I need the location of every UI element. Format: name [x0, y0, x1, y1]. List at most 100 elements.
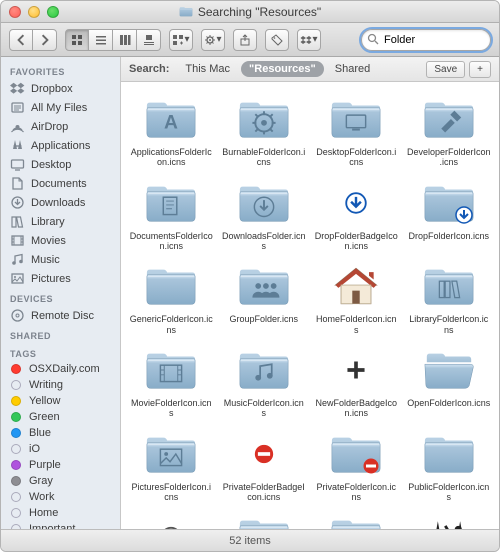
file-item[interactable]: PrivateFolderIcon.icns — [310, 425, 403, 507]
file-icon — [143, 429, 199, 479]
scope-option[interactable]: This Mac — [177, 61, 238, 77]
dropbox-toolbar-button[interactable]: ▾ — [297, 29, 321, 51]
scope-option[interactable]: Shared — [327, 61, 378, 77]
tag-item-work[interactable]: Work — [1, 489, 120, 505]
tag-item-green[interactable]: Green — [1, 409, 120, 425]
arrange-button[interactable]: ▾ — [169, 29, 193, 51]
file-item[interactable]: GroupFolder.icns — [218, 257, 311, 339]
tag-dot — [11, 428, 21, 438]
sidebar-item-label: AirDrop — [31, 121, 68, 133]
sidebar-item-downloads[interactable]: Downloads — [1, 193, 120, 212]
sidebar[interactable]: FAVORITESDropboxAll My FilesAirDropAppli… — [1, 57, 121, 529]
file-item[interactable]: GenericFolderIcon.icns — [125, 257, 218, 339]
sidebar-item-all-my-files[interactable]: All My Files — [1, 98, 120, 117]
file-icon — [328, 94, 384, 144]
tag-icon — [271, 34, 283, 46]
tag-item-gray[interactable]: Gray — [1, 473, 120, 489]
tags-button[interactable] — [265, 29, 289, 51]
sidebar-item-documents[interactable]: Documents — [1, 174, 120, 193]
tag-item-important[interactable]: Important — [1, 521, 120, 529]
column-view-button[interactable] — [113, 29, 137, 51]
action-button[interactable]: ▾ — [201, 29, 225, 51]
sidebar-item-label: All My Files — [31, 102, 87, 114]
icon-view-button[interactable] — [65, 29, 89, 51]
tag-item-io[interactable]: iO — [1, 441, 120, 457]
file-icon — [236, 178, 292, 228]
file-icon — [328, 261, 384, 311]
sidebar-item-music[interactable]: Music — [1, 250, 120, 269]
tag-item-osxdaily-com[interactable]: OSXDaily.com — [1, 361, 120, 377]
file-name: MusicFolderIcon.icns — [222, 398, 306, 419]
share-icon — [239, 34, 251, 46]
tag-label: Writing — [29, 379, 63, 391]
results-grid[interactable]: AApplicationsFolderIcon.icnsBurnableFold… — [121, 82, 499, 529]
file-item[interactable]: MovieFolderIcon.icns — [125, 341, 218, 423]
sidebar-item-remote-disc[interactable]: Remote Disc — [1, 306, 120, 325]
tag-item-purple[interactable]: Purple — [1, 457, 120, 473]
file-item[interactable]: OpenFolderIcon.icns — [403, 341, 496, 423]
statusbar: 52 items — [1, 529, 499, 551]
file-item[interactable]: ReadOnlyFolderIcon.icns — [218, 508, 311, 529]
tag-item-writing[interactable]: Writing — [1, 377, 120, 393]
tag-item-yellow[interactable]: Yellow — [1, 393, 120, 409]
close-button[interactable] — [9, 6, 21, 18]
file-item[interactable]: PrivateFolderBadgeIcon.icns — [218, 425, 311, 507]
file-item[interactable]: BurnableFolderIcon.icns — [218, 90, 311, 172]
tag-item-blue[interactable]: Blue — [1, 425, 120, 441]
file-item[interactable]: MusicFolderIcon.icns — [218, 341, 311, 423]
file-item[interactable]: AServerApplicationsFolderIcon.icns — [310, 508, 403, 529]
file-item[interactable]: AApplicationsFolderIcon.icns — [125, 90, 218, 172]
sidebar-item-movies[interactable]: Movies — [1, 231, 120, 250]
file-item[interactable]: DownloadsFolder.icns — [218, 174, 311, 256]
search-input[interactable] — [361, 29, 491, 51]
file-name: PrivateFolderBadgeIcon.icns — [222, 482, 306, 503]
sidebar-item-airdrop[interactable]: AirDrop — [1, 117, 120, 136]
file-icon: A — [328, 512, 384, 529]
sidebar-header: TAGS — [1, 343, 120, 361]
sidebar-item-applications[interactable]: Applications — [1, 136, 120, 155]
file-name: HomeFolderIcon.icns — [314, 314, 398, 335]
sidebar-item-desktop[interactable]: Desktop — [1, 155, 120, 174]
sidebar-item-label: Music — [31, 254, 60, 266]
file-icon: A — [143, 94, 199, 144]
file-item[interactable]: PicturesFolderIcon.icns — [125, 425, 218, 507]
file-item[interactable]: LibraryFolderIcon.icns — [403, 257, 496, 339]
desktop-icon — [10, 157, 25, 172]
file-name: BurnableFolderIcon.icns — [222, 147, 306, 168]
titlebar[interactable]: Searching "Resources" — [1, 1, 499, 23]
file-item[interactable]: DocumentsFolderIcon.icns — [125, 174, 218, 256]
save-search-button[interactable]: Save — [426, 61, 465, 78]
file-name: PublicFolderIcon.icns — [407, 482, 491, 503]
scope-option[interactable]: "Resources" — [241, 61, 324, 77]
sidebar-item-library[interactable]: Library — [1, 212, 120, 231]
toolbar: ▾ ▾ ▾ — [1, 23, 499, 57]
file-name: NewFolderBadgeIcon.icns — [314, 398, 398, 419]
back-button[interactable] — [9, 29, 33, 51]
sidebar-item-label: Remote Disc — [31, 310, 94, 322]
forward-button[interactable] — [33, 29, 57, 51]
downloads-icon — [10, 195, 25, 210]
tag-dot — [11, 412, 21, 422]
file-item[interactable]: NewFolderBadgeIcon.icns — [310, 341, 403, 423]
share-button[interactable] — [233, 29, 257, 51]
tag-item-home[interactable]: Home — [1, 505, 120, 521]
add-criteria-button[interactable]: + — [469, 61, 491, 78]
sidebar-item-dropbox[interactable]: Dropbox — [1, 79, 120, 98]
file-item[interactable]: PublicFolderIcon.icns — [403, 425, 496, 507]
file-item[interactable]: SidebarApplicationsFolder.icns — [403, 508, 496, 529]
minimize-button[interactable] — [28, 6, 40, 18]
file-icon — [143, 345, 199, 395]
file-item[interactable]: HomeFolderIcon.icns — [310, 257, 403, 339]
coverflow-view-button[interactable] — [137, 29, 161, 51]
list-view-button[interactable] — [89, 29, 113, 51]
file-item[interactable]: DeveloperFolderIcon.icns — [403, 90, 496, 172]
file-item[interactable]: DropFolderIcon.icns — [403, 174, 496, 256]
file-item[interactable]: ReadOnlyFolderBadgeIcon.icns — [125, 508, 218, 529]
sidebar-item-pictures[interactable]: Pictures — [1, 269, 120, 288]
zoom-button[interactable] — [47, 6, 59, 18]
scope-bar: Search: This Mac "Resources" Shared Save… — [121, 57, 499, 82]
file-name: GenericFolderIcon.icns — [129, 314, 213, 335]
file-item[interactable]: DropFolderBadgeIcon.icns — [310, 174, 403, 256]
file-item[interactable]: DesktopFolderIcon.icns — [310, 90, 403, 172]
search-field[interactable] — [361, 29, 491, 51]
